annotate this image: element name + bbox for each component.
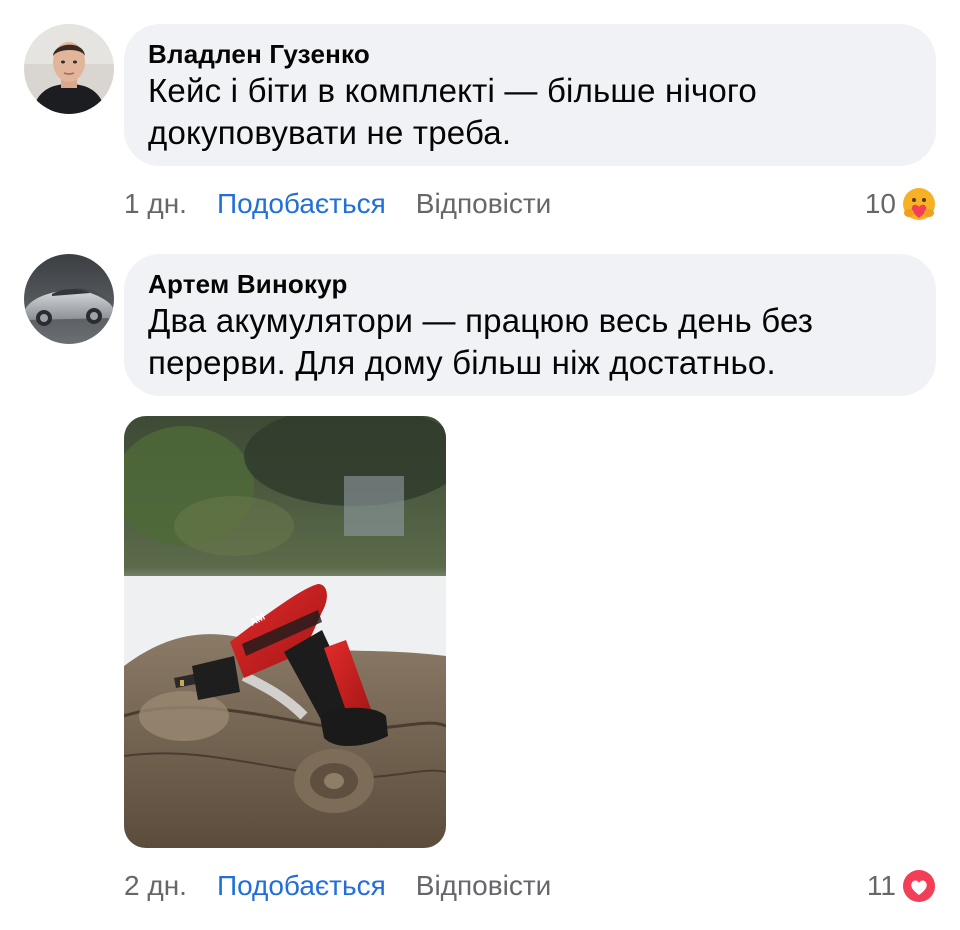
- reaction-count: 10: [864, 188, 896, 219]
- avatar[interactable]: [24, 24, 114, 114]
- care-hug-emoji-icon: [903, 188, 935, 220]
- reaction-summary[interactable]: 11: [867, 866, 936, 906]
- comment-timestamp[interactable]: 1 дн.: [124, 188, 187, 220]
- avatar[interactable]: [24, 254, 114, 344]
- comment-timestamp[interactable]: 2 дн.: [124, 870, 187, 902]
- comment-author[interactable]: Владлен Гузенко: [148, 38, 912, 70]
- like-button[interactable]: Подобається: [217, 870, 386, 902]
- drill-on-log-photo: AM: [124, 416, 446, 848]
- user-avatar-photo: [24, 24, 114, 114]
- reaction-count: 11: [866, 870, 896, 901]
- user-avatar-photo: [24, 254, 114, 344]
- reply-button[interactable]: Відповісти: [416, 188, 552, 220]
- reply-button[interactable]: Відповісти: [416, 870, 552, 902]
- comment-actions: 1 дн. Подобається Відповісти: [124, 184, 551, 224]
- comment-text-line: перерви. Для дому більш ніж достатньо.: [148, 344, 776, 381]
- comment-text-line: докуповувати не треба.: [148, 114, 512, 151]
- comment-actions: 2 дн. Подобається Відповісти: [124, 866, 551, 906]
- reaction-summary[interactable]: 10: [865, 184, 936, 224]
- comment-bubble: Владлен Гузенко Кейс і біти в комплекті …: [124, 24, 936, 166]
- comment-text-line: Два акумулятори — працюю весь день без: [148, 302, 814, 339]
- comment-text-line: Кейс і біти в комплекті — більше нічого: [148, 72, 757, 109]
- comment-bubble: Артем Винокур Два акумулятори — працюю в…: [124, 254, 936, 396]
- heart-love-icon: [903, 870, 935, 902]
- like-button[interactable]: Подобається: [217, 188, 386, 220]
- comment-author[interactable]: Артем Винокур: [148, 268, 912, 300]
- comment-attachment-photo[interactable]: AM: [124, 416, 446, 848]
